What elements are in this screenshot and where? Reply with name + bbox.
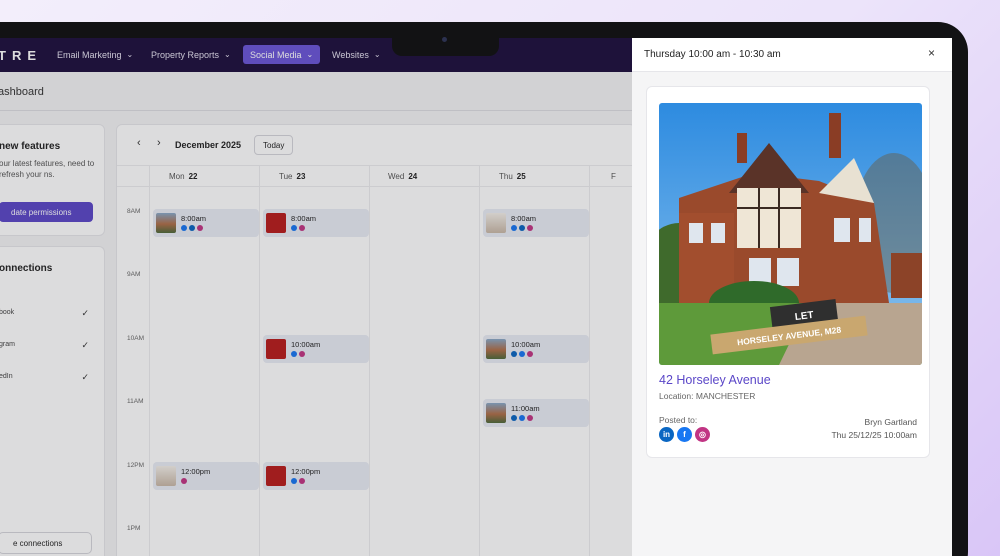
camera-notch — [392, 22, 499, 56]
facebook-icon: f — [677, 427, 692, 442]
posted-socials: in f ◎ — [659, 427, 710, 442]
app-screen: TRE Email Marketing ⌄ Property Reports ⌄ S… — [0, 38, 952, 556]
close-icon[interactable]: × — [928, 46, 935, 60]
post-timestamp: Thu 25/12/25 10:00am — [831, 430, 917, 440]
posted-to-label: Posted to: — [659, 415, 698, 425]
sign-status: LET — [794, 310, 814, 323]
post-author: Bryn Gartland — [864, 417, 917, 427]
property-location: Location: MANCHESTER — [659, 391, 756, 401]
house-illustration: LET HORSELEY AVENUE, M28 — [659, 103, 922, 365]
panel-title: Thursday 10:00 am - 10:30 am — [644, 49, 781, 60]
instagram-icon: ◎ — [695, 427, 710, 442]
property-photo[interactable]: LET HORSELEY AVENUE, M28 — [659, 103, 922, 365]
property-title[interactable]: 42 Horseley Avenue — [659, 373, 771, 387]
post-detail-panel: Thursday 10:00 am - 10:30 am × LET HORSE… — [632, 38, 952, 556]
post-card: LET HORSELEY AVENUE, M28 42 Horseley Ave… — [646, 86, 930, 458]
panel-header: Thursday 10:00 am - 10:30 am × — [632, 38, 952, 72]
camera-icon — [442, 37, 447, 42]
linkedin-icon: in — [659, 427, 674, 442]
